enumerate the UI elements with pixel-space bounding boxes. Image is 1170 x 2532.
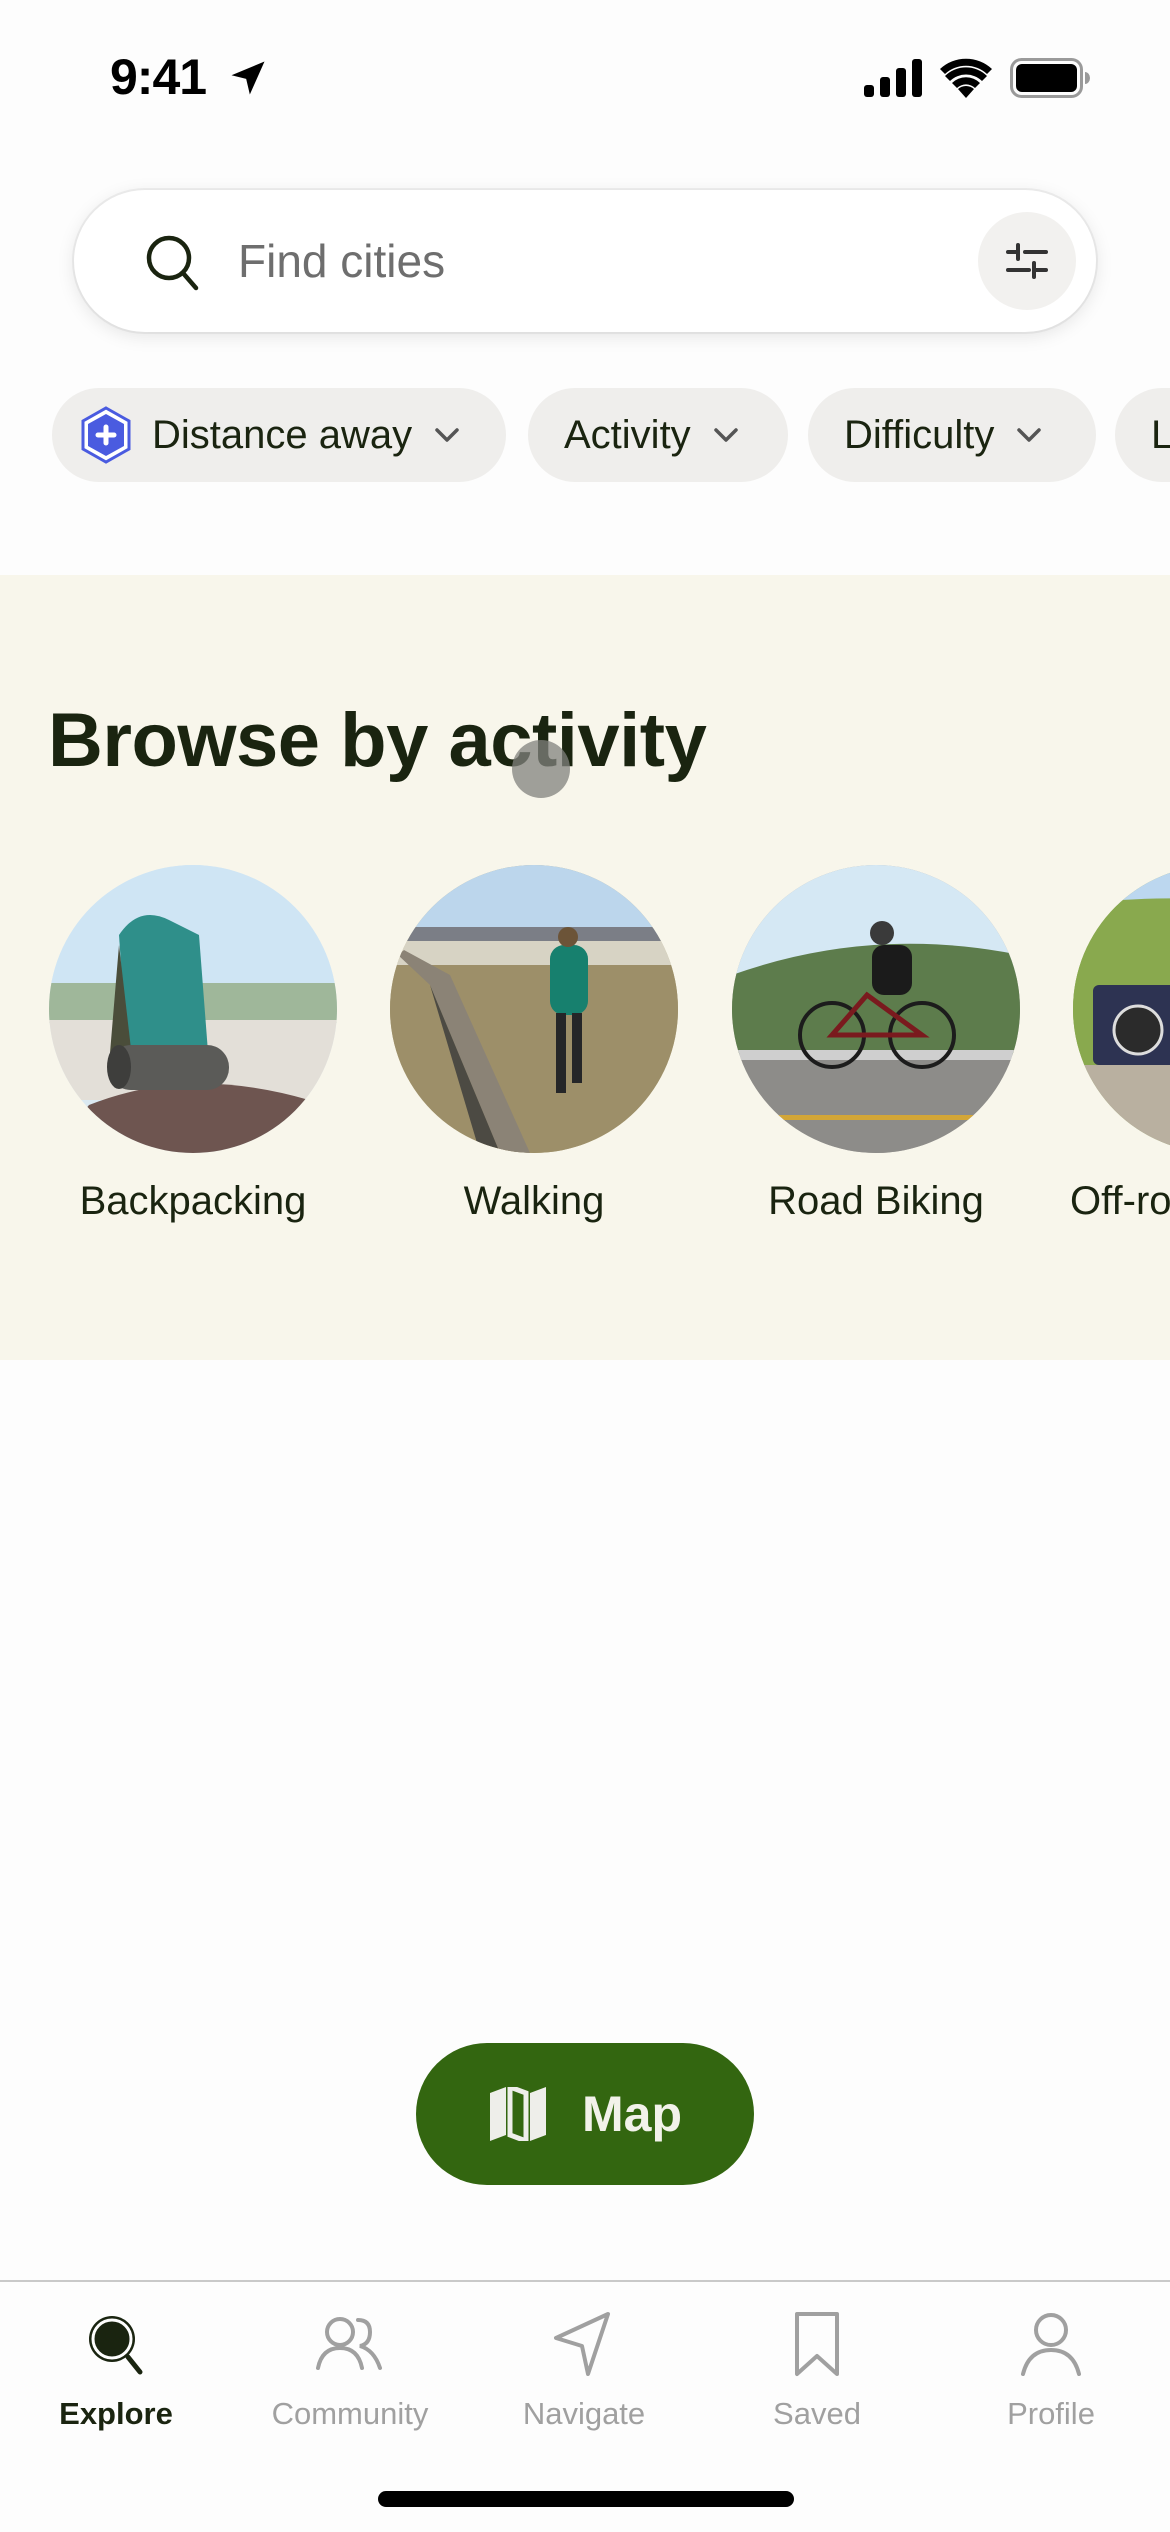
chip-length[interactable]: L <box>1115 388 1170 482</box>
chip-distance-away[interactable]: Distance away <box>52 388 506 482</box>
tab-explore[interactable]: Explore <box>16 2308 216 2432</box>
tab-label: Profile <box>1007 2396 1095 2431</box>
activity-walking[interactable]: Walking <box>389 865 679 1224</box>
people-icon <box>316 2317 382 2370</box>
activity-label: Backpacking <box>79 1179 307 1223</box>
status-indicators <box>864 58 1090 98</box>
road-biking-image <box>732 865 1020 1153</box>
map-button[interactable]: Map <box>416 2043 754 2185</box>
folded-map-icon <box>490 2087 546 2141</box>
chip-difficulty[interactable]: Difficulty <box>808 388 1096 482</box>
home-indicator[interactable] <box>378 2491 794 2507</box>
tab-label: Explore <box>59 2396 173 2431</box>
status-time: 9:41 <box>110 49 207 105</box>
activity-label: Walking <box>463 1179 605 1223</box>
location-arrow-icon <box>231 61 265 95</box>
tab-profile[interactable]: Profile <box>951 2308 1151 2432</box>
activity-road-biking[interactable]: Road Biking <box>731 865 1021 1224</box>
tab-navigate[interactable]: Navigate <box>484 2308 684 2432</box>
chip-label: Activity <box>564 412 691 457</box>
search-bar[interactable] <box>74 190 1096 332</box>
wifi-icon <box>940 58 992 98</box>
activity-label: Off-ro <box>1070 1179 1170 1223</box>
chip-label: Difficulty <box>844 412 995 457</box>
explore-search-icon <box>89 2316 143 2375</box>
tab-community[interactable]: Community <box>250 2308 450 2432</box>
map-button-label: Map <box>582 2086 682 2142</box>
search-input[interactable] <box>238 226 938 296</box>
section-title: Browse by activity <box>48 698 707 783</box>
chip-label: Distance away <box>152 412 413 457</box>
bookmark-icon <box>795 2312 839 2376</box>
plus-hexagon-badge-icon <box>81 406 131 464</box>
tab-label: Saved <box>773 2396 861 2431</box>
touch-indicator <box>512 740 570 798</box>
search-icon <box>146 235 199 291</box>
navigation-arrow-icon <box>554 2312 610 2376</box>
activity-off-road[interactable]: Off-ro <box>1070 865 1170 1224</box>
chevron-down-icon <box>1017 428 1042 442</box>
filter-button[interactable] <box>978 212 1076 310</box>
chevron-down-icon <box>435 428 459 442</box>
activity-label: Road Biking <box>768 1179 984 1223</box>
off-road-image <box>1073 865 1170 1153</box>
chevron-down-icon <box>713 428 738 442</box>
cellular-signal-icon <box>864 59 922 97</box>
chip-label: L <box>1151 412 1170 457</box>
tab-label: Community <box>271 2396 429 2431</box>
filter-chips: Distance away Activity Difficulty L <box>52 388 1170 482</box>
activity-backpacking[interactable]: Backpacking <box>48 865 338 1224</box>
person-icon <box>1021 2313 1081 2376</box>
chip-activity[interactable]: Activity <box>528 388 788 482</box>
backpacking-image <box>49 865 337 1153</box>
battery-icon <box>1010 58 1090 98</box>
tab-saved[interactable]: Saved <box>717 2308 917 2432</box>
status-bar: 9:41 <box>0 0 1170 150</box>
walking-image <box>390 865 678 1153</box>
tab-label: Navigate <box>522 2396 646 2431</box>
browse-by-activity-section: Browse by activity Backpacking Walking R… <box>0 575 1170 1360</box>
sliders-icon <box>1006 243 1048 279</box>
